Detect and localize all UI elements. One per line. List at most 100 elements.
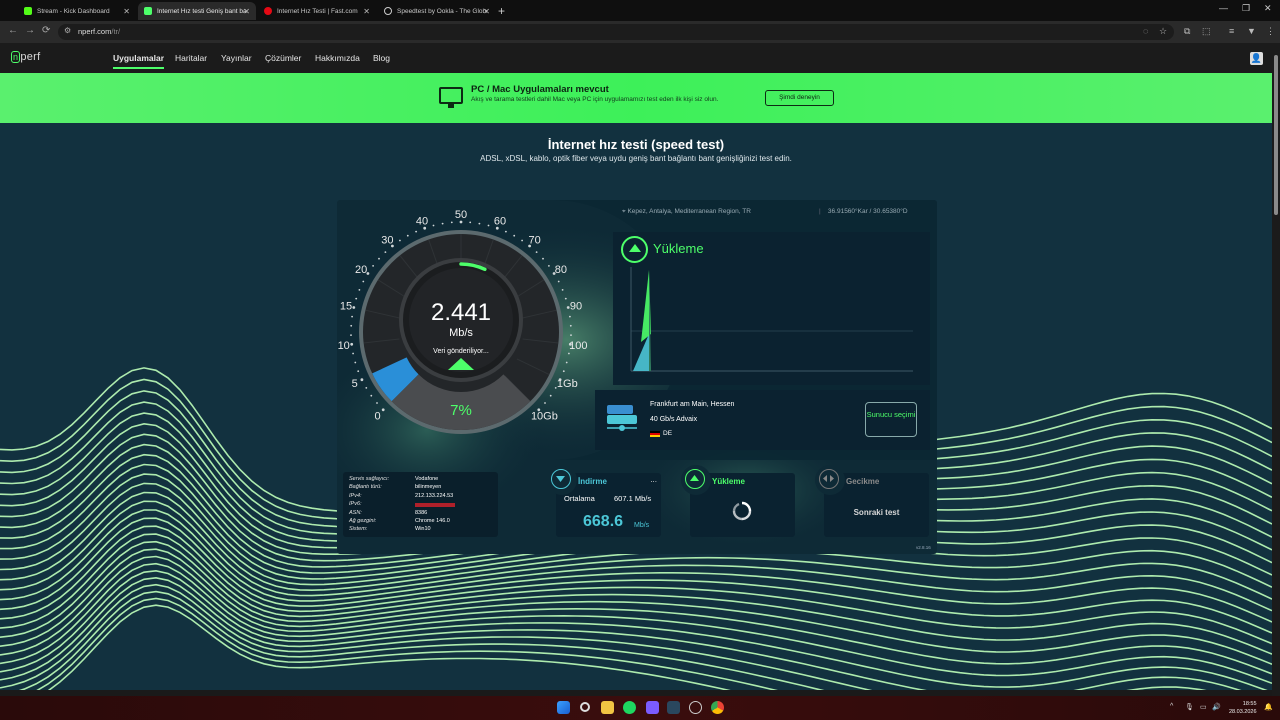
- nperf-logo[interactable]: n perf: [11, 51, 40, 63]
- gauge-tick: [376, 402, 378, 404]
- upload-result: Yükleme: [681, 465, 795, 537]
- network-icon[interactable]: ▭: [1200, 703, 1207, 711]
- gauge-tick: [569, 315, 571, 318]
- gauge-tick: [469, 221, 472, 224]
- app-icon[interactable]: [689, 701, 702, 714]
- close-window-button[interactable]: ✕: [1264, 3, 1272, 14]
- volume-icon[interactable]: 🔊: [1212, 703, 1221, 711]
- gauge-tick: [478, 222, 481, 225]
- shield-icon[interactable]: ▼: [1247, 26, 1256, 36]
- gauge-scale-label: 100: [569, 340, 587, 352]
- forward-icon[interactable]: →: [25, 25, 35, 36]
- gauge-scale-label: 80: [555, 264, 567, 276]
- info-value: Vodafone: [415, 476, 439, 482]
- gauge-scale-label: 10Gb: [531, 410, 558, 422]
- address-toolbar: ← → ⟳ ⚙ nperf.com/tr/ ◌ ☆ ⧉ ⬚ ≡ ▼ ⋮: [0, 21, 1280, 43]
- tab-nperf[interactable]: İnternet Hız testi Geniş bant bağ... ✕: [138, 2, 256, 20]
- user-icon[interactable]: 👤: [1250, 52, 1263, 65]
- folder-icon[interactable]: [601, 701, 614, 714]
- download-more-button[interactable]: ...: [650, 475, 657, 484]
- notification-icon[interactable]: 🔔: [1264, 703, 1273, 711]
- gauge-tick: [378, 257, 380, 260]
- gauge-tick: [564, 297, 567, 300]
- gauge-tick: [355, 297, 358, 300]
- gauge-tick: [450, 221, 453, 224]
- nav-yayinlar[interactable]: Yayınlar: [221, 53, 252, 63]
- steam-icon[interactable]: [667, 701, 680, 714]
- monitor-icon: [439, 87, 463, 108]
- extension-icon[interactable]: ⧉: [1184, 26, 1190, 37]
- eye-off-icon[interactable]: ◌: [1143, 26, 1148, 36]
- puzzle-icon[interactable]: ⬚: [1202, 26, 1211, 37]
- location-text: ⌖ Kepez, Antalya, Mediterranean Region, …: [622, 208, 751, 215]
- info-key: Servis sağlayıcı:: [349, 476, 390, 482]
- chrome-icon[interactable]: [711, 701, 724, 714]
- search-icon[interactable]: [580, 702, 590, 712]
- reload-icon[interactable]: ⟳: [42, 25, 50, 36]
- tab-title: İnternet Hız testi Geniş bant bağ...: [157, 7, 247, 15]
- promo-banner: PC / Mac Uygulamaları mevcut Akış ve tar…: [0, 73, 1272, 123]
- latency-circle: [815, 465, 845, 495]
- tab-kick[interactable]: Stream - Kick Dashboard ✕: [18, 2, 136, 20]
- page-scrollbar[interactable]: [1272, 43, 1280, 696]
- info-key: ASN:: [349, 509, 362, 516]
- gauge-tick: [357, 370, 360, 373]
- close-icon[interactable]: ✕: [363, 7, 370, 16]
- gauge-tick: [513, 234, 516, 237]
- gauge-tick: [350, 334, 352, 336]
- scroll-thumb[interactable]: [1274, 55, 1278, 215]
- taskbar-clock[interactable]: 18:55 28.03.2026: [1229, 700, 1257, 716]
- tab-title: Stream - Kick Dashboard: [37, 7, 110, 15]
- nav-cozumler[interactable]: Çözümler: [265, 53, 301, 63]
- server-select-button[interactable]: Sunucu seçimi: [865, 402, 917, 437]
- main-content: İnternet hız testi (speed test) ADSL, xD…: [0, 123, 1272, 690]
- spotify-icon[interactable]: [623, 701, 636, 714]
- server-box: Frankfurt am Main, Hessen 40 Gb/s Advaix…: [595, 390, 930, 450]
- latency-arrows-icon: [823, 475, 834, 482]
- nav-hakkimizda[interactable]: Hakkımızda: [315, 53, 360, 63]
- url-text: nperf.com/tr/: [78, 27, 121, 36]
- mic-icon[interactable]: 🎙: [1185, 703, 1194, 711]
- nav-haritalar[interactable]: Haritalar: [175, 53, 207, 63]
- menu-icon[interactable]: ⋮: [1266, 26, 1275, 37]
- gauge-tick: [399, 239, 401, 242]
- nav-blog[interactable]: Blog: [373, 53, 390, 63]
- gauge-scale-label: 15: [340, 301, 352, 313]
- media-icon[interactable]: ≡: [1229, 26, 1234, 36]
- download-circle: [547, 465, 577, 495]
- info-row: Ağ gezgini: Chrome 146.0: [349, 518, 492, 526]
- nav-uygulamalar[interactable]: Uygulamalar: [113, 53, 165, 69]
- gauge-scale-label: 50: [455, 209, 467, 221]
- download-value: 668.6: [583, 513, 624, 530]
- site-info-icon[interactable]: ⚙: [64, 26, 71, 35]
- gauge-tick: [459, 220, 463, 224]
- star-icon[interactable]: ☆: [1159, 26, 1167, 37]
- gauge-tick: [384, 251, 387, 253]
- info-row: IPv6:: [349, 501, 492, 509]
- gauge-scale-label: 10: [338, 340, 350, 352]
- close-icon[interactable]: ✕: [483, 7, 490, 16]
- upload-arrow-small-icon: [690, 475, 699, 481]
- download-avg-value: 607.1 Mb/s: [614, 494, 652, 503]
- upload-circle: [681, 465, 711, 495]
- tab-fast[interactable]: İnternet Hız Testi | Fast.com ✕: [258, 2, 376, 20]
- gauge-scale-label: 20: [355, 264, 367, 276]
- info-value: 8386: [415, 509, 428, 516]
- discord-icon[interactable]: [646, 701, 659, 714]
- gauge-tick: [562, 370, 565, 373]
- start-icon[interactable]: [557, 701, 570, 714]
- page-title: İnternet hız testi (speed test): [547, 137, 725, 152]
- new-tab-button[interactable]: +: [498, 4, 505, 18]
- maximize-button[interactable]: ❐: [1242, 3, 1250, 14]
- url-field[interactable]: ⚙ nperf.com/tr/ ◌ ☆: [58, 24, 1174, 40]
- gauge-tick: [362, 280, 365, 283]
- try-now-button[interactable]: Şimdi deneyin: [765, 90, 834, 106]
- tray-chevron-icon[interactable]: ^: [1170, 703, 1173, 710]
- back-icon[interactable]: ←: [8, 25, 18, 36]
- latency-result: Gecikme Sonraki test: [815, 465, 929, 537]
- minimize-button[interactable]: —: [1219, 3, 1228, 13]
- tab-speedtest[interactable]: Speedtest by Ookla - The Global... ✕: [378, 2, 496, 20]
- close-icon[interactable]: ✕: [243, 7, 250, 16]
- close-icon[interactable]: ✕: [123, 7, 130, 16]
- gauge-progress: 7%: [450, 402, 472, 419]
